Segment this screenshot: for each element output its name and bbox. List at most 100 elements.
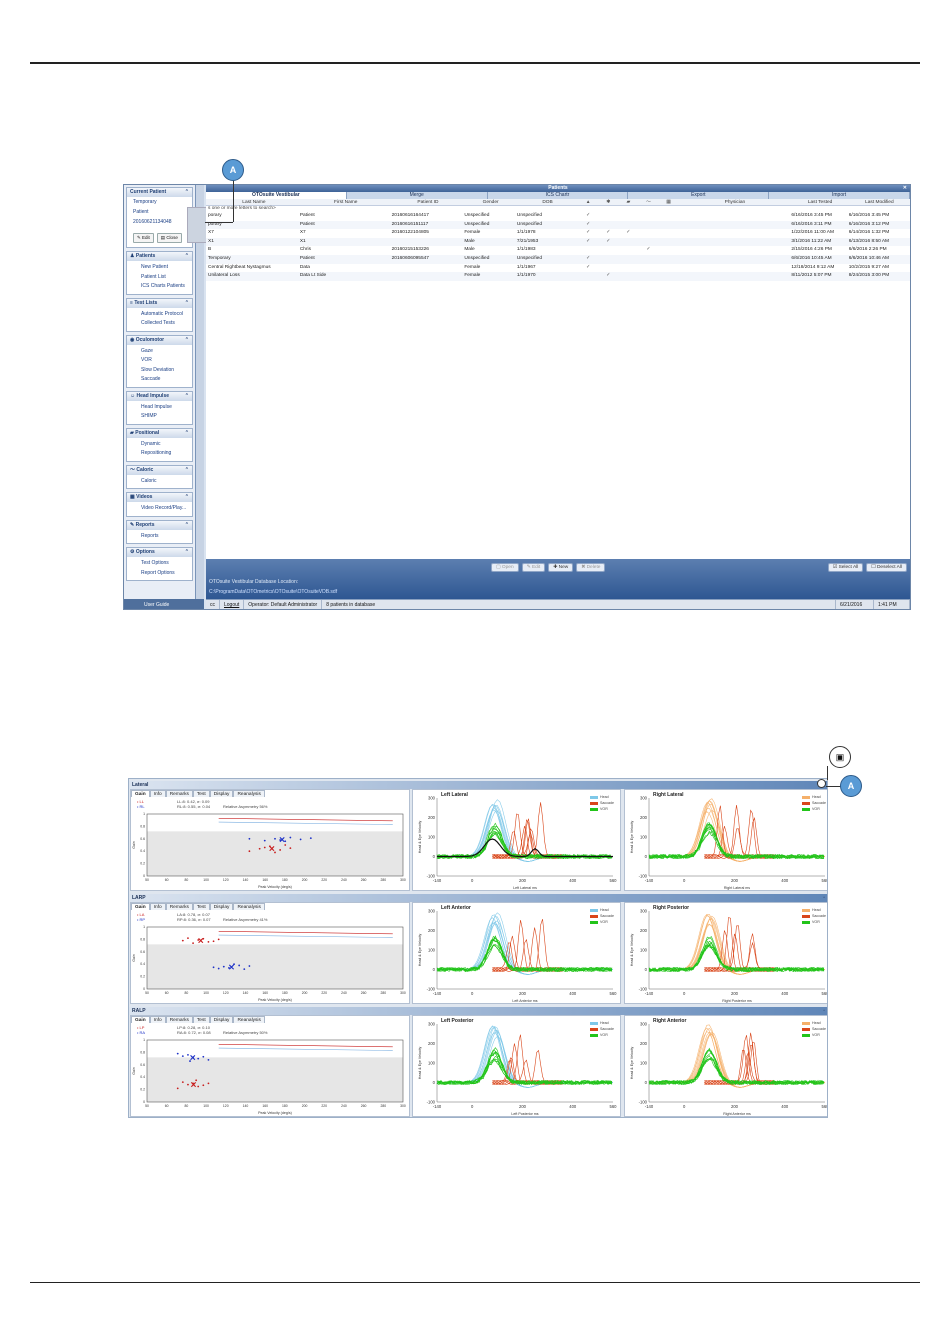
sidebar-item-saccade[interactable]: Saccade — [127, 375, 192, 385]
table-row[interactable]: X1 X1 Male 7/21/1953 ✓ ✓ 3/1/2016 11:22 AM 6/13… — [206, 237, 910, 247]
chevron-up-icon[interactable]: ⌃ — [185, 252, 192, 261]
tab-test[interactable]: Test — [192, 1016, 210, 1023]
sidebar-item-test-options[interactable]: Test Options — [127, 559, 192, 569]
sidebar-group-header[interactable]: ♟ Patients ⌃ — [127, 252, 192, 261]
splitter-grip-handle[interactable] — [187, 207, 207, 243]
close-patient-button[interactable]: ▤ Close — [156, 233, 182, 243]
sidebar-group-header[interactable]: ✎ Reports ⌃ — [127, 520, 192, 530]
col-last-tested[interactable]: Last Tested — [791, 199, 848, 205]
col-physician[interactable]: Physician — [679, 199, 792, 205]
tab-remarks[interactable]: Remarks — [165, 790, 193, 797]
close-icon[interactable]: ✕ — [903, 185, 907, 192]
tab-display[interactable]: Display — [209, 790, 234, 797]
logout-link[interactable]: Logout — [220, 600, 245, 609]
tab-remarks[interactable]: Remarks — [165, 1016, 193, 1023]
tab-gain[interactable]: Gain — [131, 1016, 150, 1023]
tab-reanalysis[interactable]: Reanalysis — [233, 1016, 265, 1023]
chevron-up-icon[interactable]: ⌃ — [185, 429, 192, 438]
col-dob[interactable]: DOB — [517, 199, 578, 205]
col-last-modified[interactable]: Last Modified — [849, 199, 910, 205]
tab-otosuite-vestibular[interactable]: OTOsuite Vestibular — [206, 192, 347, 199]
col-first-name[interactable]: First Name — [300, 199, 392, 205]
tab-ics-chartr[interactable]: ICS Chartr — [487, 192, 629, 199]
tab-test[interactable]: Test — [192, 790, 210, 797]
sidebar-group-header[interactable]: ☺ Head Impulse ⌃ — [127, 391, 192, 401]
sidebar-item-automatic-protocol[interactable]: Automatic Protocol — [127, 310, 192, 320]
sidebar-item-caloric[interactable]: Caloric — [127, 477, 192, 487]
sidebar-item-ics-charts-patients[interactable]: ICS Charts Patients — [127, 282, 192, 292]
tab-reanalysis[interactable]: Reanalysis — [233, 903, 265, 910]
table-row[interactable]: porary Patient 20160616151117 Unspecified Un… — [206, 220, 910, 230]
cc-toggle[interactable]: cc — [206, 600, 220, 609]
chevron-up-icon[interactable]: ⌃ — [185, 299, 192, 308]
sidebar-item-report-options[interactable]: Report Options — [127, 569, 192, 579]
tab-export[interactable]: Export — [628, 192, 770, 199]
videos-column-icon[interactable]: ▦ — [658, 199, 678, 205]
table-row[interactable]: Temporary Patient 20160606095547 Unspecifie… — [206, 254, 910, 264]
tab-remarks[interactable]: Remarks — [165, 903, 193, 910]
chevron-up-icon[interactable]: ⌃ — [185, 493, 192, 502]
positional-column-icon[interactable]: ▰ — [618, 199, 638, 205]
sidebar-group-header[interactable]: ▰ Positional ⌃ — [127, 428, 192, 438]
sidebar-item-collected-tests[interactable]: Collected Tests — [127, 319, 192, 329]
sidebar-group-header[interactable]: ≡ Test Lists ⌃ — [127, 298, 192, 308]
sidebar-group-header[interactable]: ⚙ Options ⌃ — [127, 548, 192, 557]
tab-reanalysis[interactable]: Reanalysis — [233, 790, 265, 797]
edit-patient-button[interactable]: ✎ Edit — [133, 233, 154, 243]
chevron-up-icon[interactable]: ⌃ — [185, 392, 192, 401]
tab-merge[interactable]: Merge — [346, 192, 488, 199]
sidebar-item-slow-deviation[interactable]: Slow Deviation — [127, 366, 192, 376]
tab-gain[interactable]: Gain — [131, 903, 150, 910]
caloric-column-icon[interactable]: 〜 — [638, 199, 658, 205]
table-row[interactable]: porary Patient 20160616164417 Unspecified Un… — [206, 212, 910, 221]
chevron-up-icon[interactable]: ⌃ — [185, 548, 192, 557]
sidebar-item-repositioning[interactable]: Repositioning — [127, 449, 192, 459]
chevron-up-icon[interactable]: ⌃ — [185, 521, 192, 530]
tab-info[interactable]: Info — [149, 1016, 166, 1023]
select-all-button[interactable]: ☑ Select All — [827, 563, 864, 572]
tab-display[interactable]: Display — [209, 903, 234, 910]
sidebar-item-shimp[interactable]: SHIMP — [127, 412, 192, 422]
sidebar-item-reports[interactable]: Reports — [127, 532, 192, 542]
sidebar-group-header[interactable]: 〜 Caloric ⌃ — [127, 465, 192, 475]
tab-import[interactable]: Import — [769, 192, 910, 199]
sidebar-group-header[interactable]: ▦ Videos ⌃ — [127, 493, 192, 502]
open-button[interactable]: ▢ Open — [491, 563, 519, 572]
tab-info[interactable]: Info — [149, 790, 166, 797]
new-button[interactable]: ✚ New — [548, 563, 574, 572]
tab-test[interactable]: Test — [192, 903, 210, 910]
maximize-panel-icon[interactable]: ▫ — [823, 894, 825, 902]
chevron-up-icon[interactable]: ⌃ — [185, 188, 192, 197]
search-hint[interactable]: s one or more letters to search> — [208, 206, 276, 211]
gain-mean-marker: ✕ — [197, 936, 204, 945]
tab-display[interactable]: Display — [209, 1016, 234, 1023]
sidebar-item-patient-list[interactable]: Patient List — [127, 273, 192, 283]
maximize-panel-icon[interactable]: ▫ — [823, 1007, 825, 1015]
col-patient-id[interactable]: Patient ID — [392, 199, 465, 205]
sidebar-splitter[interactable] — [196, 185, 204, 599]
table-row[interactable]: Unilateral Loss Data Lt Side Female 1/1/197… — [206, 272, 910, 281]
col-gender[interactable]: Gender — [464, 199, 517, 205]
deselect-all-button[interactable]: ☐ Deselect All — [866, 563, 907, 572]
sidebar-item-vor[interactable]: VOR — [127, 356, 192, 366]
sidebar-item-head-impulse[interactable]: Head Impulse — [127, 403, 192, 413]
chevron-up-icon[interactable]: ⌃ — [185, 336, 192, 345]
table-row[interactable]: X7 X7 20160122104805 Female 1/1/1978 ✓ ✓ ✓ 1/22/… — [206, 229, 910, 238]
sidebar-group-header[interactable]: ◉ Oculomotor ⌃ — [127, 335, 192, 345]
sidebar-item-gaze[interactable]: Gaze — [127, 347, 192, 357]
sidebar-item-new-patient[interactable]: New Patient — [127, 263, 192, 273]
tab-info[interactable]: Info — [149, 903, 166, 910]
head-impulse-column-icon[interactable]: ✱ — [598, 199, 618, 205]
sidebar-item-dynamic[interactable]: Dynamic — [127, 440, 192, 450]
table-row[interactable]: Central Rightbeat Nystagmus Data Female 1/1… — [206, 264, 910, 273]
sidebar-item-video-record-play-[interactable]: Video Record/Play... — [127, 504, 192, 514]
table-row[interactable]: B Chris 20160215153226 Male 1/1/1983 ✓ 2/15/20… — [206, 246, 910, 255]
current-patient-header[interactable]: Current Patient ⌃ — [127, 188, 192, 197]
oculomotor-column-icon[interactable]: ▲ — [578, 199, 598, 205]
user-guide-button[interactable]: User Guide — [124, 599, 204, 609]
tab-gain[interactable]: Gain — [131, 790, 150, 797]
chevron-up-icon[interactable]: ⌃ — [185, 466, 192, 475]
delete-button[interactable]: ✖ Delete — [576, 563, 606, 572]
edit-button[interactable]: ✎ Edit — [521, 563, 546, 572]
col-last-name[interactable]: Last Name — [206, 199, 300, 205]
